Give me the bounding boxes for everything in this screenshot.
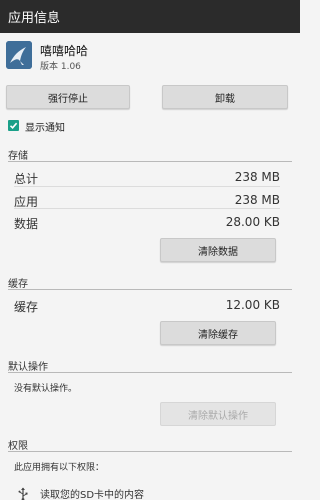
usb-storage-icon: [18, 486, 28, 500]
cache-section-title: 缓存: [8, 279, 28, 290]
row-divider: [14, 186, 280, 187]
storage-total-label: 总计: [14, 172, 39, 186]
app-version: 版本 1.06: [40, 62, 81, 72]
storage-section-title: 存储: [8, 151, 28, 162]
clear-defaults-button: 清除默认操作: [160, 402, 276, 426]
permissions-intro: 此应用拥有以下权限：: [14, 463, 105, 473]
storage-app-value: 238 MB: [234, 193, 280, 207]
force-stop-button[interactable]: 强行停止: [6, 85, 130, 109]
titlebar: 应用信息: [0, 0, 300, 33]
clear-data-button[interactable]: 清除数据: [160, 238, 276, 262]
cache-size-label: 缓存: [14, 300, 39, 314]
defaults-section-title: 默认操作: [8, 362, 48, 373]
section-divider: [8, 161, 292, 162]
storage-data-label: 数据: [14, 217, 39, 231]
app-icon: [6, 41, 32, 69]
page-title: 应用信息: [8, 11, 61, 26]
permission-item[interactable]: 读取您的SD卡中的内容: [40, 486, 144, 500]
permissions-section-title: 权限: [8, 441, 28, 452]
section-divider: [8, 372, 292, 373]
app-name: 嘻嘻哈哈: [40, 44, 89, 58]
checkmark-icon: [9, 122, 18, 129]
uninstall-button[interactable]: 卸载: [162, 85, 288, 109]
storage-data-value: 28.00 KB: [225, 215, 280, 229]
cache-size-value: 12.00 KB: [225, 298, 280, 312]
show-notifications-checkbox[interactable]: [8, 120, 19, 131]
clear-cache-button[interactable]: 清除缓存: [160, 321, 276, 345]
storage-total-value: 238 MB: [234, 170, 280, 184]
show-notifications-label: 显示通知: [25, 123, 65, 134]
section-divider: [8, 451, 292, 452]
row-divider: [14, 208, 280, 209]
section-divider: [8, 289, 292, 290]
no-defaults-text: 没有默认操作。: [14, 384, 78, 394]
